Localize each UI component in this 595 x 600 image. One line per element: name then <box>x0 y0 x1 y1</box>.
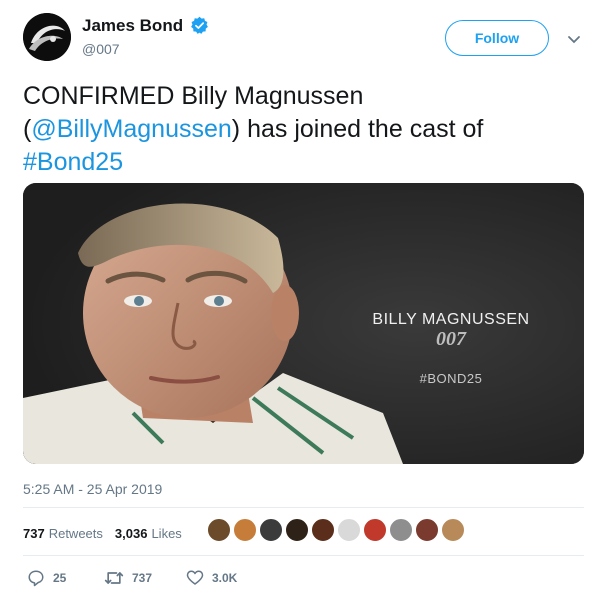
liker-avatar[interactable] <box>440 517 466 543</box>
reply-button[interactable]: 25 <box>27 569 66 587</box>
reply-icon <box>28 570 44 587</box>
tweet-timestamp[interactable]: 5:25 AM - 25 Apr 2019 <box>23 481 162 497</box>
mention-link[interactable]: @BillyMagnussen <box>31 115 231 143</box>
retweet-count: 737 <box>132 571 153 585</box>
divider <box>23 507 584 508</box>
like-count: 3.0K <box>212 571 238 585</box>
007-logo: 007 <box>436 328 466 350</box>
liker-avatar[interactable] <box>206 517 232 543</box>
retweets-count[interactable]: 737 <box>23 526 45 541</box>
liker-avatar[interactable] <box>388 517 414 543</box>
retweet-icon <box>104 572 124 584</box>
tweet-text-part1: CONFIRMED Billy Magnussen <box>23 82 364 110</box>
liker-avatar[interactable] <box>336 517 362 543</box>
tweet-media-image[interactable]: BILLY MAGNUSSEN 007 #BOND25 <box>23 183 584 464</box>
hashtag-link[interactable]: #Bond25 <box>23 148 123 176</box>
user-handle[interactable]: @007 <box>82 41 120 57</box>
retweets-label[interactable]: Retweets <box>49 526 103 541</box>
reply-count: 25 <box>53 571 67 585</box>
media-hashtag: #BOND25 <box>419 371 483 386</box>
tweet-text-part2: ) has joined the cast of <box>231 115 484 143</box>
likes-label[interactable]: Likes <box>151 526 181 541</box>
like-button[interactable]: 3.0K <box>186 569 237 587</box>
liker-avatar[interactable] <box>284 517 310 543</box>
liker-avatar[interactable] <box>414 517 440 543</box>
tweet-stats: 737 Retweets 3,036 Likes <box>23 526 182 541</box>
avatar[interactable] <box>23 13 71 61</box>
media-title: BILLY MAGNUSSEN <box>372 311 530 328</box>
heart-icon <box>186 570 204 585</box>
follow-button[interactable]: Follow <box>445 20 549 56</box>
liker-avatar[interactable] <box>310 517 336 543</box>
liker-avatar[interactable] <box>258 517 284 543</box>
divider <box>23 555 584 556</box>
liker-avatar[interactable] <box>362 517 388 543</box>
likes-count[interactable]: 3,036 <box>115 526 148 541</box>
liker-avatar[interactable] <box>232 517 258 543</box>
display-name[interactable]: James Bond <box>82 16 183 36</box>
tweet-text: CONFIRMED Billy Magnussen (@BillyMagnuss… <box>23 80 573 179</box>
chevron-down-icon[interactable] <box>567 32 581 44</box>
retweet-button[interactable]: 737 <box>104 569 152 587</box>
verified-badge-icon <box>190 16 209 35</box>
